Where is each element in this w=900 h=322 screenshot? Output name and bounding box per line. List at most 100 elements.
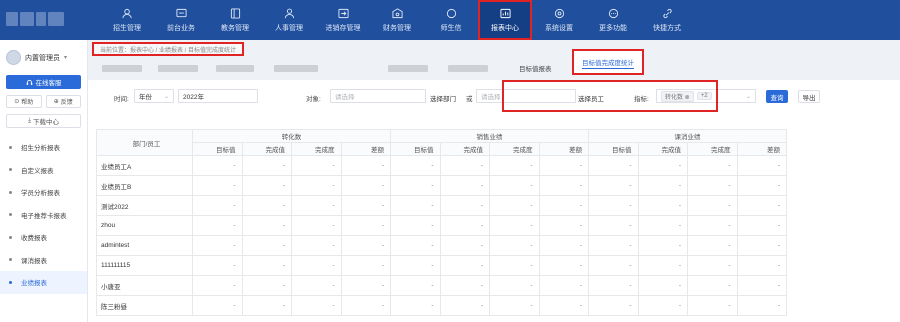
sidebar-item[interactable]: 课消报表 [0, 249, 87, 272]
table-cell: - [340, 195, 391, 216]
table-cell: - [687, 175, 738, 196]
bullet-icon [9, 145, 12, 149]
table-cell: - [588, 195, 639, 216]
tab-target-completion[interactable]: 目标值完成度统计 [572, 49, 644, 75]
report-menu: 招生分析报表 自定义报表学员分析报表 电子推荐卡报表收费报表课消报表 业绩报表 [0, 136, 87, 294]
column-group-header: 转化数 [192, 129, 391, 143]
table-cell: - [390, 255, 441, 276]
department-input[interactable]: 请选择 [330, 89, 426, 103]
sidebar-item-label: 自定义报表 [21, 167, 54, 175]
query-button[interactable]: 查询 [766, 90, 788, 103]
sidebar-item[interactable]: 招生分析报表 [0, 136, 87, 159]
nav-item-link[interactable]: 快捷方式 [640, 0, 694, 40]
table-cell: - [489, 195, 540, 216]
metric-label: 指标: [634, 96, 649, 103]
help-button[interactable]: ⊙ 帮助 [6, 95, 42, 108]
row-name: zhou [96, 215, 193, 236]
table-cell: - [637, 295, 688, 316]
table-cell: - [736, 275, 787, 296]
column-sub-header: 完成值 [439, 142, 490, 156]
column-sub-header: 完成度 [291, 142, 342, 156]
bullet-icon [9, 213, 12, 217]
table-cell: - [687, 255, 738, 276]
sidebar-item-label: 招生分析报表 [21, 145, 60, 153]
user-menu[interactable]: 内置管理员 ▾ [0, 40, 87, 71]
column-sub-header: 目标值 [192, 142, 243, 156]
nav-item-gear[interactable]: 系统设置 [532, 0, 586, 40]
sidebar-item[interactable]: 电子推荐卡报表 [0, 204, 87, 227]
chat-icon [446, 8, 456, 18]
table-cell: - [241, 215, 292, 236]
table-cell: - [192, 155, 243, 176]
select-department-link[interactable]: 选择部门 [430, 93, 456, 103]
nav-item-desk[interactable]: 前台业务 [154, 0, 208, 40]
column-group-header: 课消业绩 [588, 129, 787, 143]
nav-item-chat[interactable]: 师生信 [424, 0, 478, 40]
online-support-button[interactable]: 在线客服 [6, 75, 81, 89]
table-cell: - [390, 195, 441, 216]
staff-input[interactable]: 请选择 [476, 89, 576, 103]
table-cell: - [637, 255, 688, 276]
metric-tag[interactable]: 转化数 ⊗ [661, 90, 694, 102]
table-cell: - [736, 255, 787, 276]
nav-label: 教务管理 [221, 24, 249, 32]
table-cell: - [390, 295, 441, 316]
table-cell: - [538, 295, 589, 316]
column-sub-header: 目标值 [390, 142, 441, 156]
chevron-down-icon: ⌄ [163, 94, 169, 100]
feedback-button[interactable]: ⊕ 反馈 [45, 95, 81, 108]
table-cell: - [340, 215, 391, 236]
inventory-icon [337, 8, 349, 18]
tab-target-report[interactable]: 目标值报表 [519, 63, 552, 73]
nav-item-finance[interactable]: 财务管理 [370, 0, 424, 40]
table-cell: - [439, 195, 490, 216]
table-cell: - [390, 155, 441, 176]
nav-label: 更多功能 [599, 24, 627, 32]
row-name: 小唐亚 [96, 275, 193, 296]
sidebar-item-label: 收费报表 [21, 235, 47, 243]
report-table: 部门/员工 转化数 销售业绩 课消业绩 目标值 完成值 完成度 差额 目标值 完成值 完成度 差额 目标… [96, 129, 900, 316]
sidebar-item[interactable]: 收费报表 [0, 226, 87, 249]
nav-item-more[interactable]: 更多功能 [586, 0, 640, 40]
help-icon: ⊙ [14, 99, 20, 105]
desk-icon [175, 8, 187, 17]
nav-label: 师生信 [440, 24, 462, 32]
metric-select[interactable]: 转化数 ⊗ +2 ⌄ [656, 89, 756, 103]
select-staff-link[interactable]: 选择员工 [578, 93, 604, 103]
table-cell: - [241, 195, 292, 216]
download-center-button[interactable]: ⤓ 下载中心 [6, 114, 81, 128]
period-select[interactable]: 年份 ⌄ [134, 89, 174, 103]
sidebar-item[interactable]: 业绩报表 [0, 271, 87, 294]
table-cell: - [439, 255, 490, 276]
nav-item-report[interactable]: 报表中心 [478, 0, 532, 40]
nav-label: 招生管理 [113, 24, 141, 32]
table-row: 业绩员工A - - - - - - - - - - - - [96, 155, 787, 176]
row-name: 测试2022 [96, 195, 193, 216]
table-cell: - [588, 235, 639, 256]
table-cell: - [241, 155, 292, 176]
table-row: zhou - - - - - - - - - - - - [96, 215, 787, 236]
sidebar-item[interactable]: 自定义报表 [0, 159, 87, 182]
table-cell: - [538, 195, 589, 216]
table-cell: - [241, 295, 292, 316]
table-cell: - [588, 275, 639, 296]
table-cell: - [340, 155, 391, 176]
nav-item-person[interactable]: 人事管理 [262, 0, 316, 40]
column-sub-header: 完成值 [241, 142, 292, 156]
table-cell: - [736, 155, 787, 176]
table-cell: - [291, 155, 342, 176]
export-button[interactable]: 导出 [798, 90, 820, 103]
nav-item-inventory[interactable]: 进销存管理 [316, 0, 370, 40]
top-nav-bar: 招生管理 前台业务 教务管理 人事管理 进销存管理 财务管理 师生信 报表中心 系统设置 更多功能… [0, 0, 900, 40]
table-row: admintest - - - - - - - - - - - - [96, 235, 787, 256]
sidebar-item[interactable]: 学员分析报表 [0, 181, 87, 204]
table-cell: - [439, 295, 490, 316]
report-icon [499, 8, 511, 18]
nav-item-book[interactable]: 教务管理 [208, 0, 262, 40]
nav-item-user-add[interactable]: 招生管理 [100, 0, 154, 40]
table-row: 业绩员工B - - - - - - - - - - - - [96, 175, 787, 196]
year-picker[interactable]: 2022年 [178, 89, 258, 103]
column-sub-header: 完成值 [637, 142, 688, 156]
table-cell: - [390, 175, 441, 196]
row-name: 业绩员工A [96, 155, 193, 176]
